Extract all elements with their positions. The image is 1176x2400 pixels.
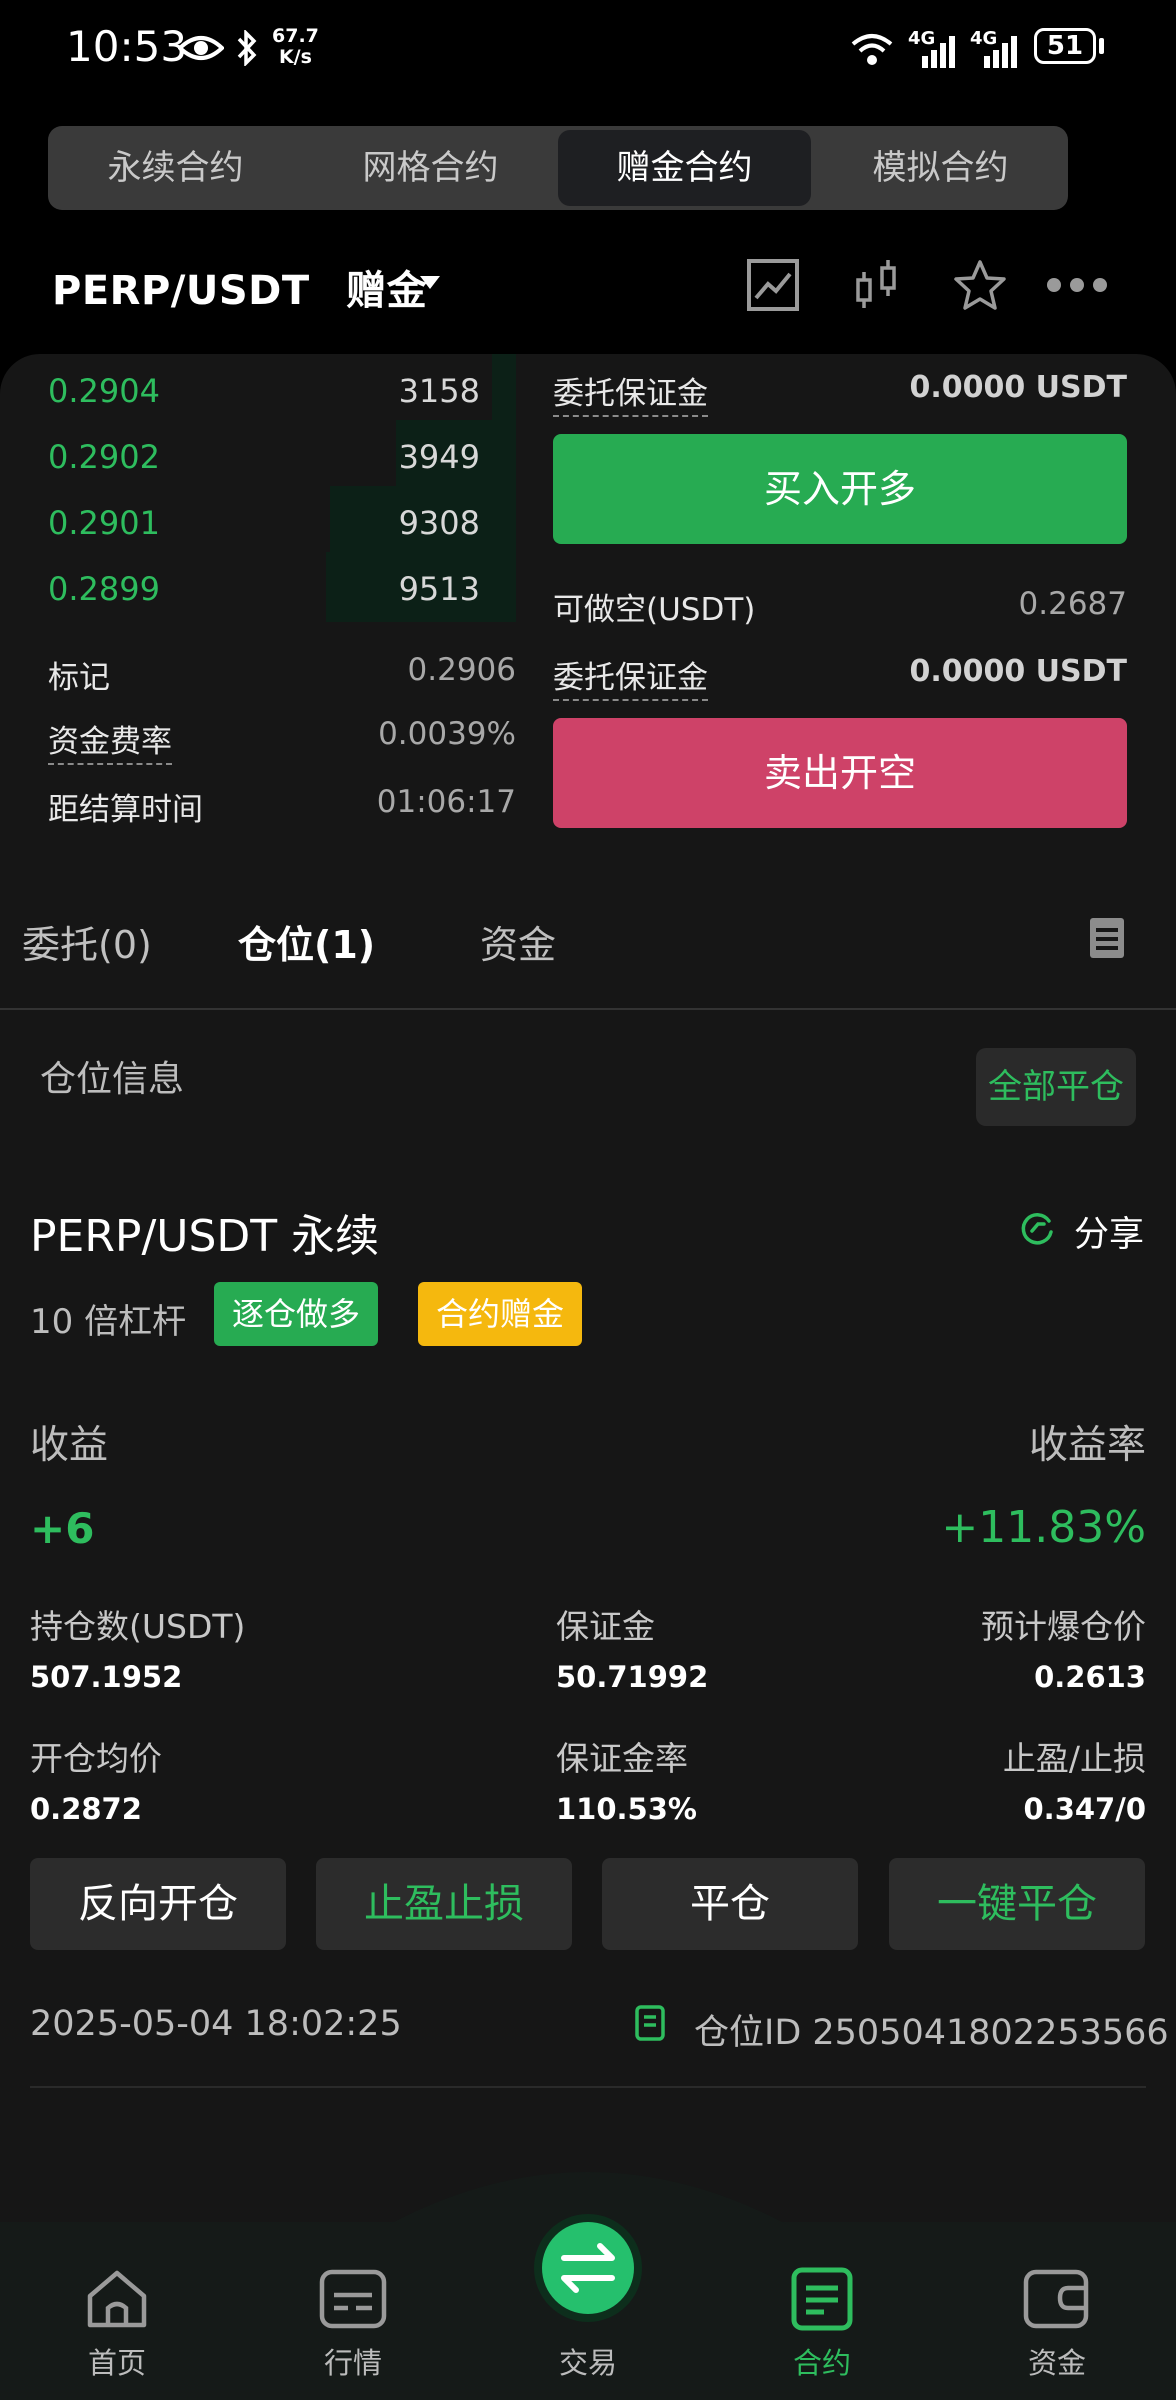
position-section-title: 仓位信息 xyxy=(40,1059,185,1100)
short-available-label: 可做空(USDT) xyxy=(553,592,756,628)
nav-trade-label: 交易 xyxy=(558,2346,617,2380)
signal-icon xyxy=(922,36,955,68)
tab-orders[interactable]: 委托(0) xyxy=(22,914,152,969)
depth-bar xyxy=(492,354,516,422)
order-margin-label[interactable]: 委托保证金 xyxy=(553,368,708,417)
share-icon xyxy=(1021,1213,1053,1245)
funding-rate-value: 0.0039% xyxy=(378,716,516,752)
tab-demo[interactable]: 模拟合约 xyxy=(813,126,1068,210)
pair-selector[interactable]: PERP/USDT 赠金 xyxy=(52,258,427,316)
order-margin-value: 0.0000 USDT xyxy=(909,370,1127,405)
order-margin-label-2[interactable]: 委托保证金 xyxy=(553,652,708,701)
liquidation-price-label: 预计爆仓价 xyxy=(981,1607,1146,1646)
entry-price-label: 开仓均价 xyxy=(30,1739,162,1778)
close-all-button[interactable]: 全部平仓 xyxy=(976,1048,1136,1126)
eye-icon xyxy=(178,36,224,60)
entry-price-value: 0.2872 xyxy=(30,1792,142,1826)
star-icon[interactable] xyxy=(952,258,1008,312)
chevron-down-icon[interactable] xyxy=(420,276,440,289)
copy-id-icon[interactable] xyxy=(634,2004,670,2044)
mark-price-label: 标记 xyxy=(48,660,110,696)
leverage-label: 10 倍杠杆 xyxy=(30,1302,187,1342)
network-speed-unit: K/s xyxy=(278,46,312,68)
close-position-button[interactable]: 平仓 xyxy=(602,1858,858,1950)
battery-tip xyxy=(1099,38,1104,54)
home-icon xyxy=(87,2270,147,2328)
divider xyxy=(30,2086,1146,2088)
contract-type-tabs: 永续合约 网格合约 赠金合约 模拟合约 xyxy=(48,126,1068,210)
nav-funds-label: 资金 xyxy=(1027,2346,1086,2380)
tp-sl-button[interactable]: 止盈止损 xyxy=(316,1858,572,1950)
position-size-label: 持仓数(USDT) xyxy=(30,1607,246,1646)
candlestick-icon[interactable] xyxy=(854,258,900,312)
mark-price-value: 0.2906 xyxy=(407,652,516,688)
battery-indicator: 51 xyxy=(1034,28,1096,64)
document-icon[interactable] xyxy=(1088,916,1126,960)
bid-qty: 3949 xyxy=(398,438,480,476)
short-available-value: 0.2687 xyxy=(1018,586,1127,622)
bonus-badge: 合约赠金 xyxy=(418,1282,583,1346)
network-speed: 67.7 K/s xyxy=(272,26,319,68)
share-label: 分享 xyxy=(1074,1215,1145,1255)
pnl-value: +6 xyxy=(30,1504,95,1553)
status-bar: 10:53 67.7 K/s 4G 4G 51 xyxy=(0,0,1176,100)
order-margin-value-2: 0.0000 USDT xyxy=(909,654,1127,689)
swap-icon xyxy=(534,2214,642,2322)
position-symbol: PERP/USDT 永续 xyxy=(30,1211,380,1262)
bid-price[interactable]: 0.2899 xyxy=(48,570,160,608)
tab-funds[interactable]: 资金 xyxy=(480,914,556,969)
bid-qty: 3158 xyxy=(398,372,480,410)
buy-long-button[interactable]: 买入开多 xyxy=(553,434,1127,544)
contract-icon xyxy=(791,2267,853,2331)
pnl-label: 收益 xyxy=(30,1423,109,1468)
nav-market-label: 行情 xyxy=(323,2346,382,2380)
pair-tag: 赠金 xyxy=(346,268,428,314)
signal-icon-2 xyxy=(984,36,1017,68)
one-click-close-button[interactable]: 一键平仓 xyxy=(889,1858,1145,1950)
margin-ratio-label: 保证金率 xyxy=(556,1739,688,1778)
tab-bonus[interactable]: 赠金合约 xyxy=(558,130,811,206)
status-time: 10:53 xyxy=(66,22,188,71)
tab-grid[interactable]: 网格合约 xyxy=(303,126,558,210)
position-id[interactable]: 仓位ID 2505041802253566 xyxy=(694,2004,1169,2055)
position-timestamp: 2025-05-04 18:02:25 xyxy=(30,2004,402,2044)
margin-mode-badge: 逐仓做多 xyxy=(214,1282,379,1346)
tab-perpetual[interactable]: 永续合约 xyxy=(48,126,303,210)
margin-label: 保证金 xyxy=(556,1607,655,1646)
settlement-time-label: 距结算时间 xyxy=(48,792,203,828)
bid-price[interactable]: 0.2902 xyxy=(48,438,160,476)
nav-home-label: 首页 xyxy=(87,2346,146,2380)
network-speed-value: 67.7 xyxy=(272,25,319,47)
tab-positions[interactable]: 仓位(1) xyxy=(238,914,375,969)
market-icon xyxy=(319,2269,387,2329)
more-icon[interactable] xyxy=(1046,276,1108,294)
wifi-icon xyxy=(851,34,893,65)
bid-qty: 9308 xyxy=(398,504,480,542)
chart-line-icon[interactable] xyxy=(746,258,800,312)
funding-rate-label[interactable]: 资金费率 xyxy=(48,716,172,765)
bid-qty: 9513 xyxy=(398,570,480,608)
tp-sl-value: 0.347/0 xyxy=(1023,1792,1147,1826)
wallet-icon xyxy=(1023,2269,1089,2329)
tp-sl-label: 止盈/止损 xyxy=(1002,1739,1146,1778)
bid-price[interactable]: 0.2904 xyxy=(48,372,160,410)
position-size-value: 507.1952 xyxy=(30,1660,183,1694)
bid-price[interactable]: 0.2901 xyxy=(48,504,160,542)
sell-short-button[interactable]: 卖出开空 xyxy=(553,718,1127,828)
settlement-time-value: 01:06:17 xyxy=(376,784,516,820)
order-tabs: 委托(0) 仓位(1) 资金 xyxy=(0,874,1176,1010)
bluetooth-icon xyxy=(237,30,257,66)
pair-name: PERP/USDT xyxy=(52,268,310,314)
roe-label: 收益率 xyxy=(1028,1423,1146,1468)
margin-value: 50.71992 xyxy=(556,1660,709,1694)
margin-ratio-value: 110.53% xyxy=(556,1792,697,1826)
liquidation-price-value: 0.2613 xyxy=(1034,1660,1146,1694)
nav-contract-label: 合约 xyxy=(792,2346,851,2380)
reverse-position-button[interactable]: 反向开仓 xyxy=(30,1858,286,1950)
roe-value: +11.83% xyxy=(941,1502,1146,1553)
